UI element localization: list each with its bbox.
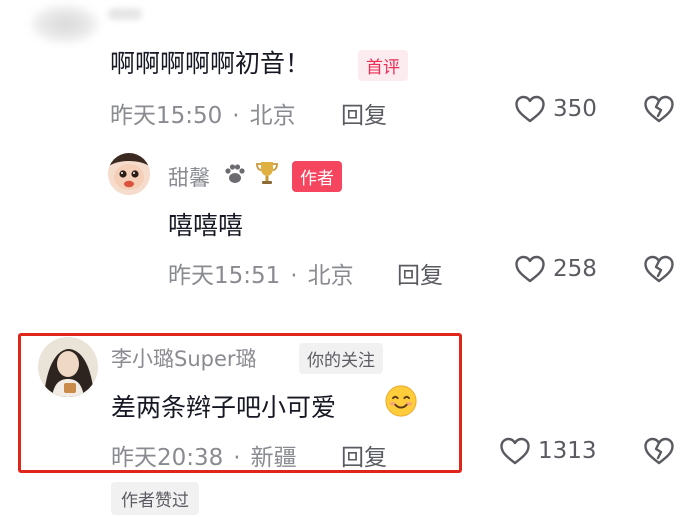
comment-meta: 昨天15:51 · 北京	[168, 256, 354, 290]
comment-time: 昨天15:51	[168, 263, 281, 289]
comment-list: 啊啊啊啊啊初音！ 首评 昨天15:50 · 北京 回复 350 甜馨 作者 嘻嘻…	[0, 0, 700, 517]
dislike-button[interactable]	[643, 94, 675, 124]
reply-button[interactable]: 回复	[341, 438, 387, 472]
following-badge: 你的关注	[299, 343, 383, 374]
paw-icon	[221, 160, 249, 188]
blurred-username	[108, 8, 142, 20]
trophy-icon	[252, 158, 282, 188]
comment-location: 北京	[249, 103, 296, 129]
avatar-face-image	[108, 153, 150, 195]
like-button[interactable]	[514, 254, 546, 284]
meta-separator: ·	[290, 263, 298, 289]
heart-outline-icon	[515, 255, 545, 283]
broken-heart-icon	[644, 95, 674, 123]
dislike-button[interactable]	[643, 254, 675, 284]
comment-text: 啊啊啊啊啊初音！	[110, 49, 311, 78]
comment-time: 昨天20:38	[111, 445, 224, 471]
like-count: 258	[553, 256, 597, 282]
blurred-avatar	[30, 4, 100, 44]
comment-text: 嘻嘻嘻	[168, 211, 244, 240]
like-button[interactable]	[514, 94, 546, 124]
like-count: 350	[553, 96, 597, 122]
comment-text: 差两条辫子吧小可爱	[111, 393, 337, 422]
avatar[interactable]	[108, 153, 150, 195]
avatar[interactable]	[38, 337, 98, 397]
username[interactable]: 李小璐Super璐	[111, 343, 257, 373]
broken-heart-icon	[644, 437, 674, 465]
comment-location: 新疆	[250, 445, 297, 471]
like-count: 1313	[538, 438, 597, 464]
reply-button[interactable]: 回复	[397, 256, 443, 290]
reply-button[interactable]: 回复	[341, 96, 387, 130]
dislike-button[interactable]	[643, 436, 675, 466]
broken-heart-icon	[644, 255, 674, 283]
avatar-photo-image	[38, 337, 98, 397]
author-liked-badge: 作者赞过	[111, 482, 199, 515]
comment-meta: 昨天15:50 · 北京	[110, 96, 296, 130]
heart-outline-icon	[515, 95, 545, 123]
meta-separator: ·	[233, 445, 241, 471]
comment-location: 北京	[307, 263, 354, 289]
first-comment-badge: 首评	[358, 50, 408, 81]
comment-meta: 昨天20:38 · 新疆	[111, 438, 297, 472]
smiling-face-emoji	[384, 384, 418, 422]
comment-time: 昨天15:50	[110, 103, 223, 129]
username[interactable]: 甜馨	[168, 162, 210, 192]
author-badge: 作者	[292, 161, 342, 192]
heart-outline-icon	[500, 437, 530, 465]
like-button[interactable]	[499, 436, 531, 466]
meta-separator: ·	[232, 103, 240, 129]
